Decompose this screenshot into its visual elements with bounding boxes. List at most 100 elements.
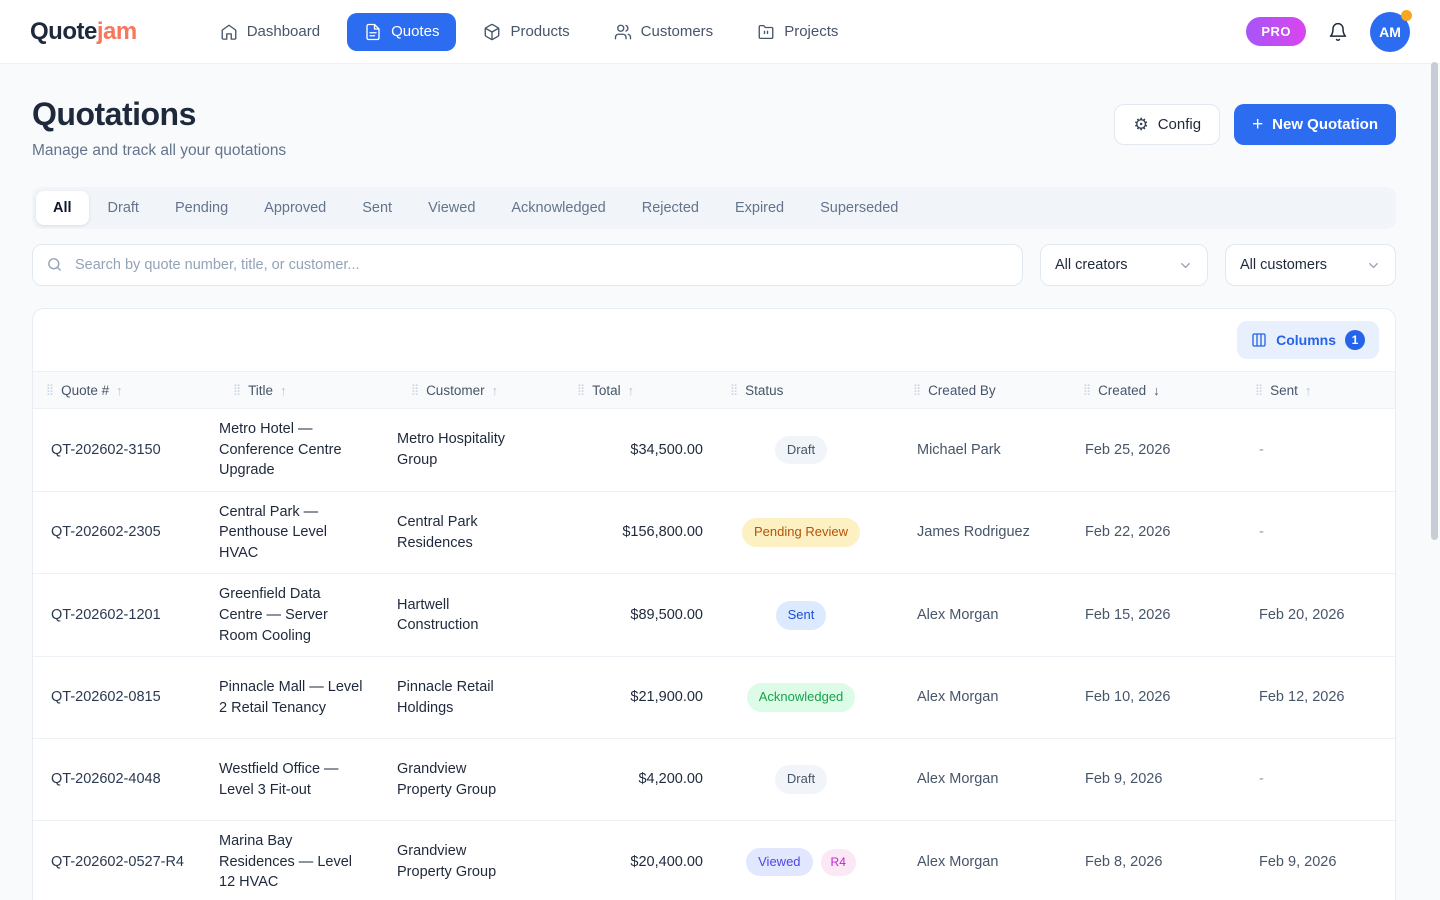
tab-draft[interactable]: Draft	[91, 191, 156, 225]
status-badge: Draft	[775, 765, 827, 793]
tab-expired[interactable]: Expired	[718, 191, 801, 225]
cell-total: $156,800.00	[563, 512, 703, 553]
cell-quote-number: QT-202602-1201	[33, 595, 219, 636]
table-row[interactable]: QT-202602-3150Metro Hotel — Conference C…	[33, 409, 1395, 492]
cell-status: Draft	[703, 426, 899, 474]
status-badge: Viewed	[746, 848, 812, 876]
logo-primary: Quote	[30, 18, 97, 45]
topbar-right: PRO AM	[1246, 12, 1410, 52]
search-wrap	[32, 244, 1023, 286]
nav-item-projects[interactable]: Projects	[740, 13, 855, 51]
cell-customer: Grandview Property Group	[397, 749, 563, 810]
tab-rejected[interactable]: Rejected	[625, 191, 716, 225]
cell-created-date: Feb 10, 2026	[1069, 677, 1241, 718]
customers-filter-select[interactable]: All customers	[1225, 244, 1396, 286]
cell-created-by: Michael Park	[899, 430, 1069, 471]
user-avatar[interactable]: AM	[1370, 12, 1410, 52]
creators-filter-select[interactable]: All creators	[1040, 244, 1208, 286]
cell-customer: Central Park Residences	[397, 502, 563, 563]
box-icon	[483, 23, 501, 41]
tab-pending[interactable]: Pending	[158, 191, 245, 225]
columns-button[interactable]: Columns 1	[1237, 321, 1379, 359]
table-row[interactable]: QT-202602-0815Pinnacle Mall — Level 2 Re…	[33, 657, 1395, 739]
drag-grip-icon[interactable]: ⣿	[577, 385, 585, 396]
customers-filter-value: All customers	[1240, 257, 1327, 273]
cell-status: Pending Review	[703, 508, 899, 556]
drag-grip-icon[interactable]: ⣿	[913, 385, 921, 396]
status-badge: Draft	[775, 436, 827, 464]
new-quotation-button[interactable]: + New Quotation	[1234, 104, 1396, 145]
cell-title: Metro Hotel — Conference Centre Upgrade	[219, 409, 397, 491]
logo-accent: jam	[97, 18, 137, 45]
cell-created-date: Feb 25, 2026	[1069, 430, 1241, 471]
nav-item-label: Products	[510, 23, 569, 40]
cell-customer: Grandview Property Group	[397, 831, 563, 892]
column-header-sent[interactable]: ⣿Sent↑	[1241, 383, 1395, 398]
column-header-label: Status	[745, 383, 783, 398]
column-header-title[interactable]: ⣿Title↑	[219, 383, 397, 398]
tab-all[interactable]: All	[36, 191, 89, 225]
sort-asc-icon: ↑	[116, 383, 123, 398]
cell-created-by: Alex Morgan	[899, 759, 1069, 800]
cell-created-date: Feb 22, 2026	[1069, 512, 1241, 553]
main-nav: Dashboard Quotes Products Customers Projects	[203, 13, 856, 51]
drag-grip-icon[interactable]: ⣿	[411, 385, 419, 396]
sort-desc-icon: ↓	[1153, 383, 1160, 398]
config-button-label: Config	[1158, 116, 1201, 133]
table-row[interactable]: QT-202602-1201Greenfield Data Centre — S…	[33, 574, 1395, 657]
page-header: Quotations Manage and track all your quo…	[32, 96, 1396, 160]
cell-sent-date: Feb 9, 2026	[1241, 842, 1395, 883]
nav-item-label: Customers	[641, 23, 714, 40]
column-header-status[interactable]: ⣿ Status	[703, 383, 899, 398]
top-navigation-bar: Quotejam Dashboard Quotes Products Customer…	[0, 0, 1440, 64]
column-header-total[interactable]: ⣿Total↑	[563, 383, 703, 398]
quotations-page: Quotations Manage and track all your quo…	[0, 64, 1440, 900]
tab-approved[interactable]: Approved	[247, 191, 343, 225]
notifications-bell-icon[interactable]	[1328, 22, 1348, 42]
nav-item-label: Projects	[784, 23, 838, 40]
filter-row: All creators All customers	[32, 244, 1396, 286]
drag-grip-icon[interactable]: ⣿	[46, 385, 54, 396]
column-header-customer[interactable]: ⣿Customer↑	[397, 383, 563, 398]
cell-created-by: Alex Morgan	[899, 595, 1069, 636]
nav-item-products[interactable]: Products	[466, 13, 586, 51]
cell-sent-date: Feb 20, 2026	[1241, 595, 1395, 636]
cell-created-date: Feb 15, 2026	[1069, 595, 1241, 636]
cell-title: Central Park — Penthouse Level HVAC	[219, 492, 397, 574]
table-toolbar: Columns 1	[33, 309, 1395, 371]
status-filter-tabs: AllDraftPendingApprovedSentViewedAcknowl…	[32, 187, 1396, 229]
table-row[interactable]: QT-202602-0527-R4Marina Bay Residences —…	[33, 821, 1395, 900]
cell-quote-number: QT-202602-2305	[33, 512, 219, 553]
tab-viewed[interactable]: Viewed	[411, 191, 492, 225]
home-icon	[220, 23, 238, 41]
app-logo[interactable]: Quotejam	[30, 18, 137, 46]
drag-grip-icon[interactable]: ⣿	[730, 385, 738, 396]
column-header-created[interactable]: ⣿Created↓	[1069, 383, 1241, 398]
drag-grip-icon[interactable]: ⣿	[1083, 385, 1091, 396]
nav-item-quotes[interactable]: Quotes	[347, 13, 456, 51]
status-badge: Pending Review	[742, 518, 860, 546]
folder-icon	[757, 23, 775, 41]
tab-sent[interactable]: Sent	[345, 191, 409, 225]
column-header-created-by[interactable]: ⣿Created By	[899, 383, 1069, 398]
page-subtitle: Manage and track all your quotations	[32, 142, 286, 160]
nav-item-customers[interactable]: Customers	[597, 13, 731, 51]
config-button[interactable]: ⚙ Config	[1114, 104, 1220, 145]
drag-grip-icon[interactable]: ⣿	[233, 385, 241, 396]
column-header-quote[interactable]: ⣿Quote #↑	[33, 383, 219, 398]
search-input[interactable]	[32, 244, 1023, 286]
nav-item-dashboard[interactable]: Dashboard	[203, 13, 337, 51]
cell-status: ViewedR4	[703, 838, 899, 886]
tab-superseded[interactable]: Superseded	[803, 191, 915, 225]
cell-total: $21,900.00	[563, 677, 703, 718]
tab-acknowledged[interactable]: Acknowledged	[494, 191, 622, 225]
vertical-scrollbar[interactable]	[1431, 62, 1438, 540]
table-row[interactable]: QT-202602-4048Westfield Office — Level 3…	[33, 739, 1395, 821]
cell-total: $20,400.00	[563, 842, 703, 883]
column-header-label: Title	[248, 383, 273, 398]
new-quotation-label: New Quotation	[1272, 116, 1378, 133]
table-row[interactable]: QT-202602-2305Central Park — Penthouse L…	[33, 492, 1395, 575]
cell-sent-date: -	[1241, 759, 1395, 800]
search-icon	[46, 256, 63, 273]
drag-grip-icon[interactable]: ⣿	[1255, 385, 1263, 396]
